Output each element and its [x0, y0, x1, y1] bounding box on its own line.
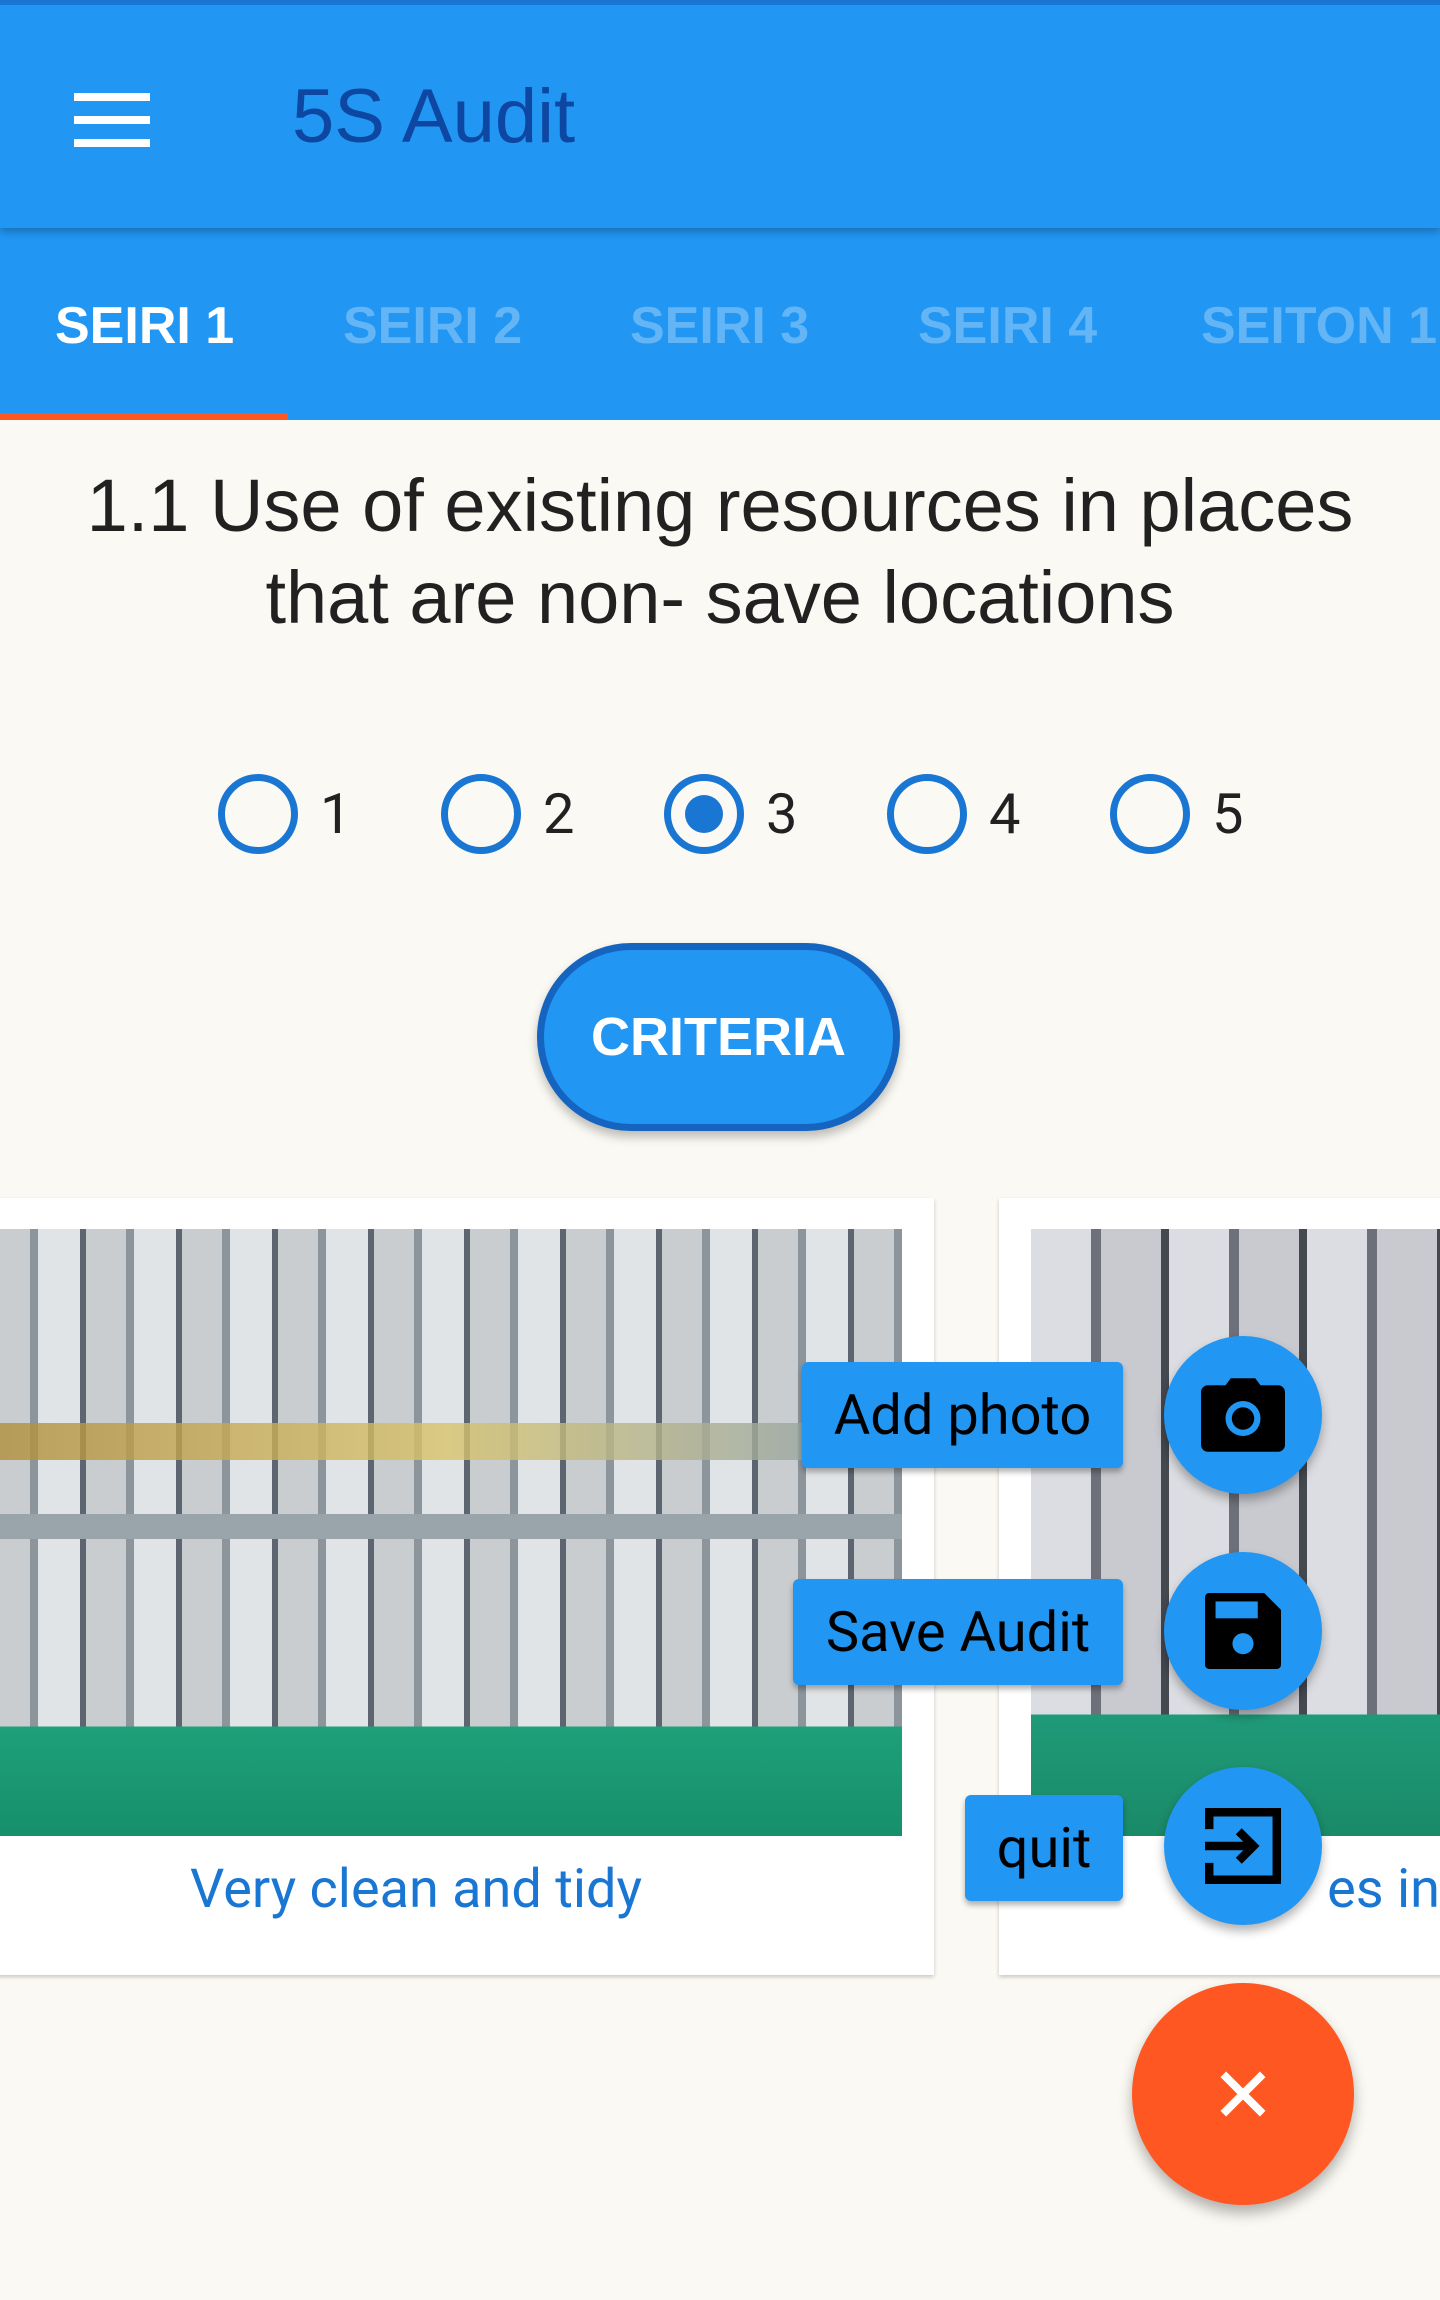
radio-label: 2 — [543, 781, 575, 847]
app-bar: 5S Audit — [0, 0, 1440, 228]
radio-circle[interactable] — [1110, 774, 1190, 854]
save-icon — [1205, 1593, 1281, 1669]
radio-label: 4 — [989, 781, 1021, 847]
camera-icon — [1201, 1378, 1285, 1452]
quit-label[interactable]: quit — [965, 1795, 1123, 1901]
criteria-button[interactable]: CRITERIA — [537, 943, 900, 1131]
app-title: 5S Audit — [292, 74, 576, 159]
exit-icon — [1205, 1808, 1281, 1884]
radio-circle[interactable] — [441, 774, 521, 854]
add-photo-button[interactable] — [1164, 1336, 1322, 1494]
question-line-2: that are non- save locations — [265, 556, 1175, 639]
radio-circle[interactable] — [218, 774, 298, 854]
tab-seiri-1[interactable]: SEIRI 1 — [55, 228, 234, 420]
tab-indicator — [0, 413, 288, 420]
tab-seiri-2[interactable]: SEIRI 2 — [343, 228, 522, 420]
factory-photo — [1031, 1229, 1440, 1836]
quit-button[interactable] — [1164, 1767, 1322, 1925]
radio-label: 3 — [766, 781, 798, 847]
rating-radio-4[interactable]: 4 — [887, 774, 1020, 854]
factory-photo — [0, 1229, 902, 1836]
rating-radio-2[interactable]: 2 — [441, 774, 574, 854]
tab-seiri-3[interactable]: SEIRI 3 — [630, 228, 809, 420]
add-photo-label[interactable]: Add photo — [802, 1362, 1123, 1468]
card-caption: es in — [1327, 1858, 1440, 1921]
hamburger-menu-icon[interactable] — [74, 93, 150, 147]
close-icon — [1220, 2071, 1266, 2117]
tab-bar: SEIRI 1 SEIRI 2 SEIRI 3 SEIRI 4 SEITON 1 — [0, 228, 1440, 420]
save-audit-label[interactable]: Save Audit — [793, 1579, 1123, 1685]
radio-label: 1 — [320, 781, 352, 847]
radio-circle[interactable] — [887, 774, 967, 854]
tab-seiri-4[interactable]: SEIRI 4 — [918, 228, 1097, 420]
rating-radio-5[interactable]: 5 — [1110, 774, 1243, 854]
save-audit-button[interactable] — [1164, 1552, 1322, 1710]
radio-circle[interactable] — [664, 774, 744, 854]
tab-seiton-1[interactable]: SEITON 1 — [1201, 228, 1437, 420]
radio-label: 5 — [1212, 781, 1244, 847]
question-text: 1.1 Use of existing resources in places … — [20, 460, 1420, 644]
close-speed-dial-button[interactable] — [1132, 1983, 1354, 2205]
question-line-1: 1.1 Use of existing resources in places — [86, 464, 1354, 547]
card-caption: Very clean and tidy — [189, 1858, 643, 1921]
rating-radio-3[interactable]: 3 — [664, 774, 797, 854]
rating-radio-1[interactable]: 1 — [218, 774, 351, 854]
